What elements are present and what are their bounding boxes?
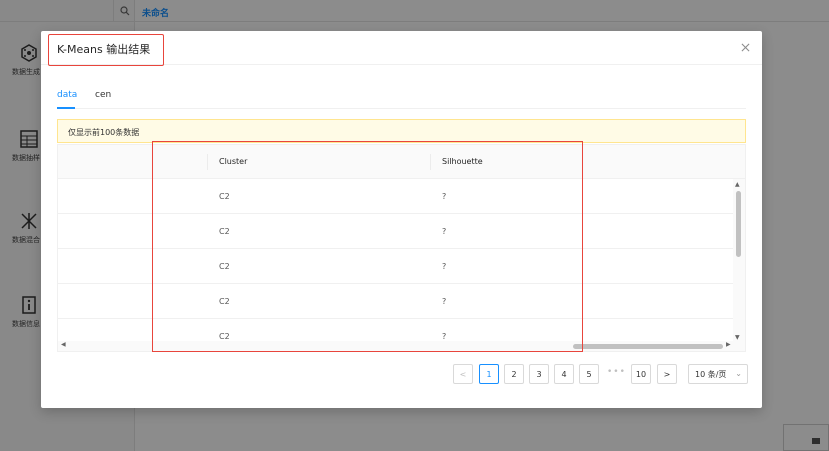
table-highlight-box (152, 141, 583, 352)
page-size-value: 10 条/页 (695, 369, 727, 379)
scroll-right-arrow-icon[interactable]: ▶ (726, 341, 731, 348)
chevron-down-icon: ⌄ (735, 369, 742, 378)
scroll-down-arrow-icon[interactable]: ▼ (735, 334, 740, 341)
title-highlight-box (48, 34, 164, 66)
tab-data[interactable]: data (57, 90, 77, 100)
result-tabs: data cen (57, 87, 746, 109)
page-size-select[interactable]: 10 条/页 ⌄ (688, 364, 748, 384)
close-icon[interactable] (738, 40, 752, 54)
vertical-scroll-thumb[interactable] (736, 191, 741, 257)
tab-ink-bar (57, 107, 75, 109)
page-ellipsis[interactable]: ••• (607, 367, 626, 377)
scroll-left-arrow-icon[interactable]: ◀ (61, 341, 66, 348)
horizontal-scroll-thumb[interactable] (573, 344, 723, 349)
notice-text: 仅显示前100条数据 (68, 128, 140, 137)
page-button-1[interactable]: 1 (479, 364, 499, 384)
page-button-3[interactable]: 3 (529, 364, 549, 384)
page-button-4[interactable]: 4 (554, 364, 574, 384)
page-button-2[interactable]: 2 (504, 364, 524, 384)
page-button-10[interactable]: 10 (631, 364, 651, 384)
next-page-button[interactable]: > (657, 364, 677, 384)
vertical-scrollbar[interactable]: ▲ ▼ (733, 179, 745, 351)
page-button-5[interactable]: 5 (579, 364, 599, 384)
notice-banner: 仅显示前100条数据 (57, 119, 746, 143)
tab-cen[interactable]: cen (95, 90, 111, 100)
scroll-up-arrow-icon[interactable]: ▲ (735, 181, 740, 188)
prev-page-button[interactable]: < (453, 364, 473, 384)
